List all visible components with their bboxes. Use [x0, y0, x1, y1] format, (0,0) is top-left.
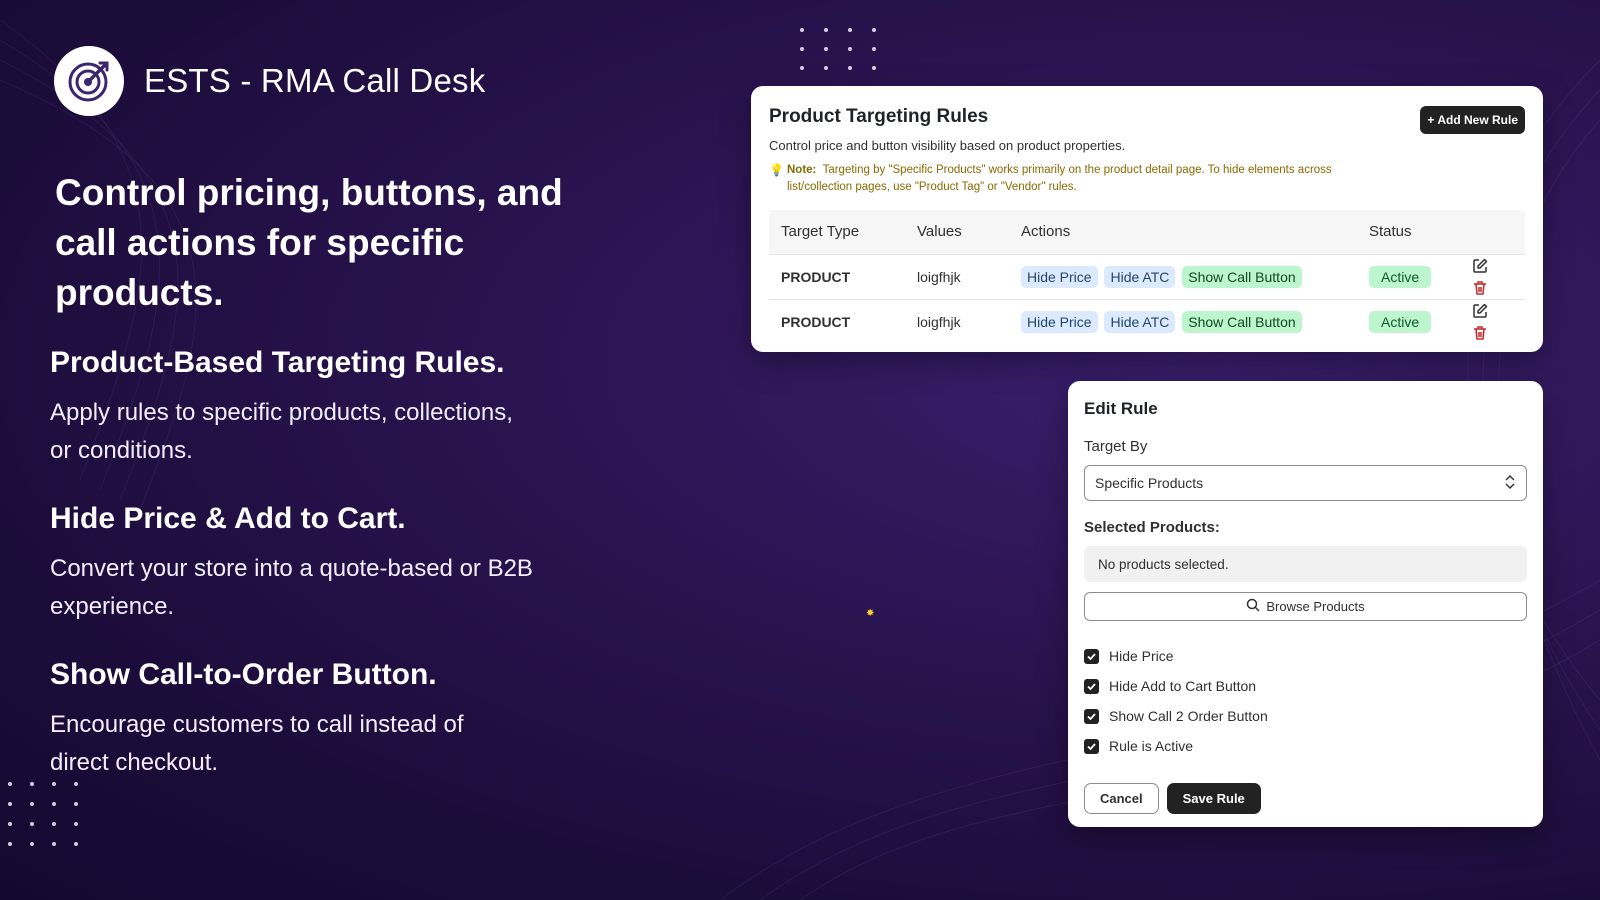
feature-title: Product-Based Targeting Rules.	[50, 346, 505, 379]
column-header-controls	[1457, 210, 1525, 254]
delete-icon[interactable]	[1469, 277, 1491, 299]
feature-hide-price: Hide Price & Add to Cart. Convert your s…	[50, 502, 610, 626]
checkbox-checked-icon[interactable]	[1084, 708, 1099, 724]
feature-description: Apply rules to specific products, collec…	[50, 399, 513, 464]
browse-products-button[interactable]: Browse Products	[1084, 592, 1527, 621]
card-title: Product Targeting Rules	[769, 106, 989, 127]
select-chevron-icon	[1504, 474, 1516, 493]
targeting-note: 💡 Note: Targeting by "Specific Products"…	[769, 163, 1332, 193]
action-tag: Hide ATC	[1104, 265, 1176, 288]
feature-description: Encourage customers to call instead of di…	[50, 711, 464, 776]
checkbox-hide-add-to-cart[interactable]: Hide Add to Cart Button	[1084, 671, 1527, 701]
edit-rule-card: Edit Rule Target By Specific Products Se…	[1068, 381, 1543, 827]
column-header-status: Status	[1357, 210, 1457, 254]
column-header-values: Values	[905, 210, 1009, 254]
edit-icon[interactable]	[1469, 255, 1491, 277]
edit-icon[interactable]	[1469, 300, 1491, 322]
decorative-dots-bottom	[8, 782, 78, 846]
status-badge: Active	[1369, 310, 1432, 333]
action-tag: Hide ATC	[1104, 310, 1176, 333]
table-row: PRODUCT loigfhjk Hide Price Hide ATC Sho…	[769, 253, 1525, 299]
target-arrow-icon	[54, 46, 124, 116]
feature-description: Convert your store into a quote-based or…	[50, 555, 533, 620]
rule-options: Hide Price Hide Add to Cart Button Show …	[1084, 641, 1527, 761]
feature-call-to-order: Show Call-to-Order Button. Encourage cus…	[50, 658, 610, 782]
action-tag: Show Call Button	[1182, 310, 1302, 333]
sparkle-icon: ✸	[866, 608, 875, 619]
card-subtitle: Control price and button visibility base…	[769, 138, 1126, 153]
checkbox-checked-icon[interactable]	[1084, 738, 1099, 754]
selected-products-empty: No products selected.	[1084, 546, 1527, 582]
checkbox-hide-price[interactable]: Hide Price	[1084, 641, 1527, 671]
feature-title: Hide Price & Add to Cart.	[50, 502, 406, 535]
lightbulb-icon: 💡	[769, 163, 784, 177]
rules-table: Target Type Values Actions Status PRODUC…	[769, 210, 1525, 344]
feature-targeting-rules: Product-Based Targeting Rules. Apply rul…	[50, 346, 610, 470]
product-targeting-rules-card: Product Targeting Rules + Add New Rule C…	[751, 86, 1543, 352]
target-by-label: Target By	[1084, 438, 1148, 455]
cancel-button[interactable]: Cancel	[1084, 783, 1159, 814]
checkbox-checked-icon[interactable]	[1084, 678, 1099, 694]
feature-title: Show Call-to-Order Button.	[50, 658, 437, 691]
column-header-actions: Actions	[1009, 210, 1357, 254]
checkbox-show-call-button[interactable]: Show Call 2 Order Button	[1084, 701, 1527, 731]
decorative-dots-top	[800, 28, 876, 70]
status-badge: Active	[1369, 265, 1432, 288]
add-new-rule-button[interactable]: + Add New Rule	[1420, 106, 1525, 134]
action-tag: Show Call Button	[1182, 265, 1302, 288]
search-icon	[1246, 598, 1260, 615]
action-tag: Hide Price	[1021, 310, 1098, 333]
save-rule-button[interactable]: Save Rule	[1166, 783, 1261, 814]
column-header-target-type: Target Type	[769, 210, 905, 254]
card-title: Edit Rule	[1084, 399, 1158, 418]
action-tag: Hide Price	[1021, 265, 1098, 288]
checkbox-checked-icon[interactable]	[1084, 648, 1099, 664]
checkbox-rule-active[interactable]: Rule is Active	[1084, 731, 1527, 761]
form-actions: Cancel Save Rule	[1084, 783, 1527, 814]
table-row: PRODUCT loigfhjk Hide Price Hide ATC Sho…	[769, 298, 1525, 344]
app-title: ESTS - RMA Call Desk	[144, 62, 486, 99]
brand-header: ESTS - RMA Call Desk	[54, 46, 485, 116]
hero-heading: Control pricing, buttons, and call actio…	[55, 172, 563, 313]
selected-products-label: Selected Products:	[1084, 519, 1220, 536]
delete-icon[interactable]	[1469, 322, 1491, 344]
target-by-select[interactable]: Specific Products	[1084, 465, 1527, 501]
